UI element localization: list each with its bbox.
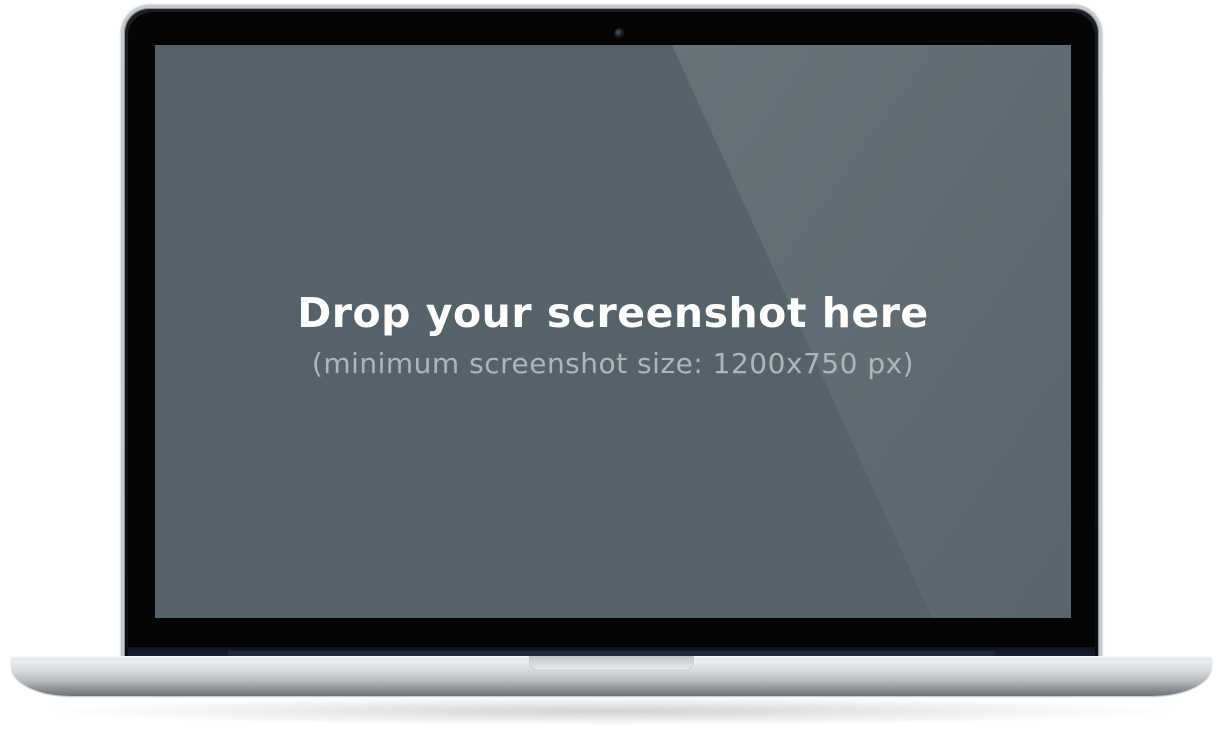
laptop-base (11, 656, 1212, 696)
laptop-shadow (40, 696, 1183, 726)
screenshot-drop-zone[interactable]: Drop your screenshot here (minimum scree… (155, 45, 1071, 618)
drop-title: Drop your screenshot here (297, 289, 929, 337)
drop-subtitle: (minimum screenshot size: 1200x750 px) (311, 347, 915, 380)
camera-icon (615, 29, 623, 37)
laptop-mockup-scene: Drop your screenshot here (minimum scree… (0, 0, 1223, 739)
thumb-notch (529, 656, 694, 671)
